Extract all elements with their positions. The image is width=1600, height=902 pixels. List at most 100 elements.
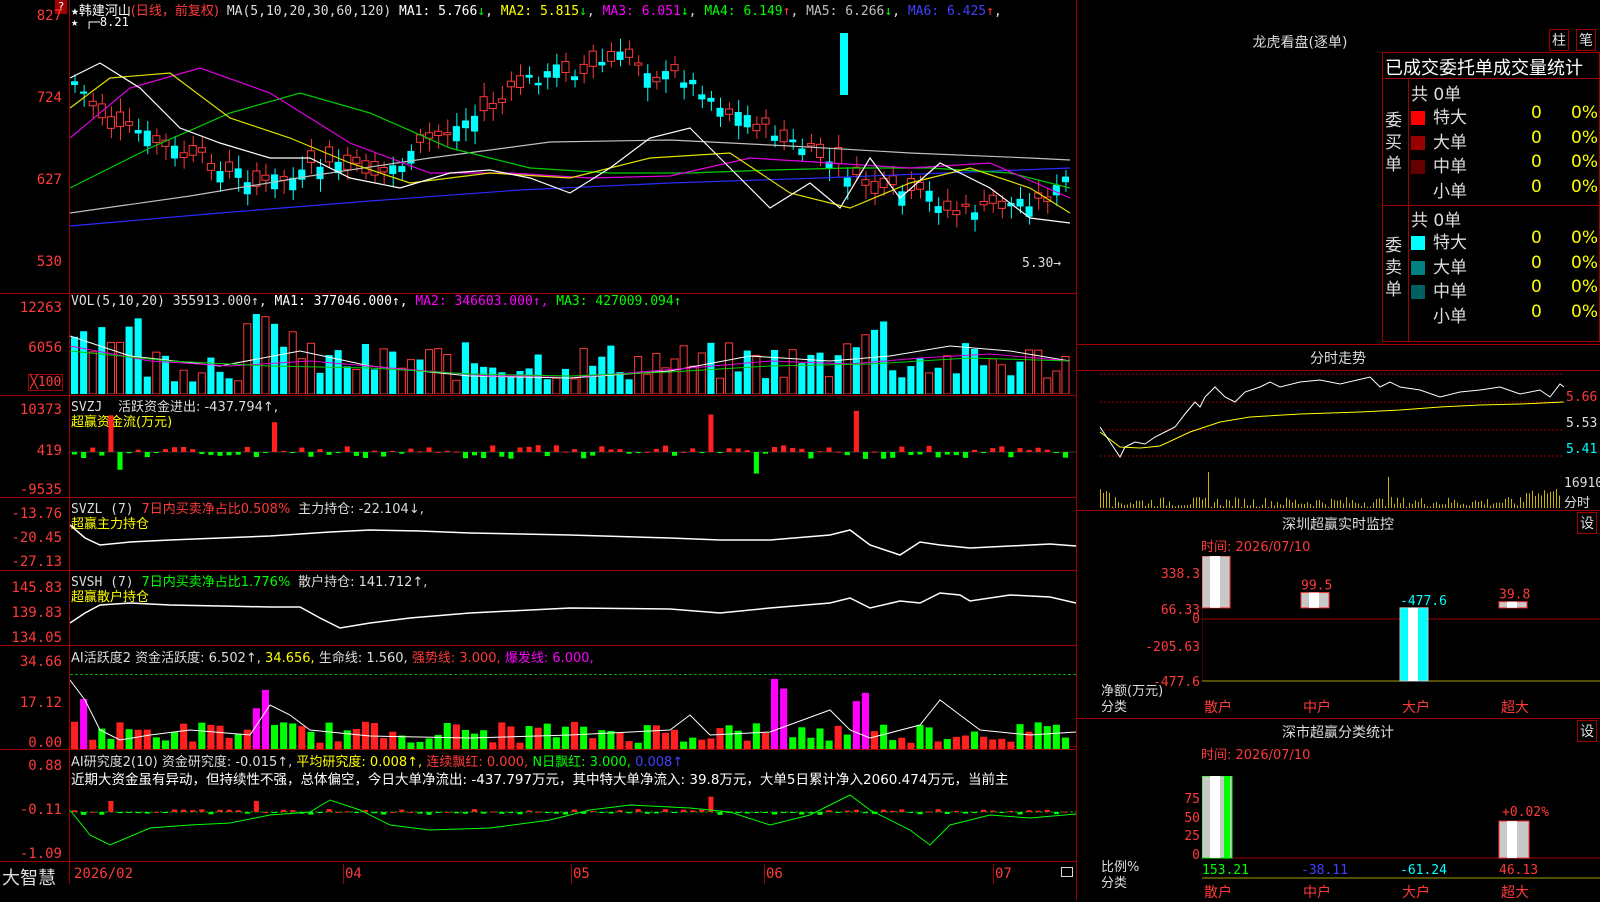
monitor-chart[interactable]: 338.3 99.5 -477.6 39.8: [1202, 556, 1600, 716]
y-tick: 530: [36, 254, 62, 270]
fund-flow-bar: [817, 451, 823, 453]
volume-bar-down: [771, 350, 779, 394]
activity-bar: [134, 729, 142, 749]
right-panel-divider: [1076, 0, 1077, 900]
volume-bar-up: [1043, 377, 1052, 394]
svzj-chart[interactable]: [70, 400, 1076, 496]
classify-bar-highlight: [1210, 776, 1220, 858]
fund-flow-bar: [699, 452, 705, 453]
volume-bar-up: [352, 369, 361, 394]
y-tick: 12263: [19, 300, 62, 316]
buy-row-1: 大单 0 0%: [1411, 128, 1598, 153]
monitor-category-label: 大户: [1402, 700, 1430, 716]
volume-bar-down: [216, 371, 224, 394]
intraday-chart[interactable]: [1100, 372, 1564, 508]
intraday-volume-bar: [1193, 497, 1194, 508]
svsh-chart[interactable]: [70, 573, 1076, 645]
classify-settings-button[interactable]: 设: [1577, 720, 1597, 742]
fund-flow-bar: [281, 450, 287, 452]
kline-chart[interactable]: [70, 18, 1076, 293]
volume-chart[interactable]: [70, 306, 1076, 394]
research-bar: [81, 812, 87, 815]
activity-bar: [761, 732, 769, 749]
candle-up: [225, 161, 234, 172]
intraday-volume-bar: [1286, 497, 1287, 508]
intraday-volume-bar: [1415, 500, 1416, 508]
monitor-category-label: 中户: [1303, 700, 1331, 716]
svzl-chart[interactable]: [70, 500, 1076, 570]
monitor-bar-highlight: [1210, 556, 1220, 608]
fund-flow-bar: [244, 446, 250, 452]
activity-bar: [180, 723, 188, 749]
intraday-volume-bar: [1235, 497, 1236, 508]
ai-research-chart[interactable]: [70, 790, 1076, 860]
activity-bar: [334, 741, 342, 749]
research-bar: [526, 810, 532, 812]
ai-active-chart[interactable]: [70, 660, 1076, 749]
intraday-volume-bar: [1112, 506, 1113, 508]
fund-flow-bar: [899, 446, 905, 452]
y-tick: 827: [36, 8, 62, 24]
activity-bar: [480, 730, 488, 749]
volume-bar-up: [406, 359, 415, 394]
volume-bar-up: [634, 356, 643, 394]
intraday-volume-bar: [1103, 492, 1104, 508]
research-bar: [408, 811, 414, 813]
intraday-volume-bar: [1427, 506, 1428, 508]
research-bar: [135, 812, 141, 814]
research-bar: [572, 809, 578, 812]
sell-row-3: 小单 0 0%: [1411, 302, 1598, 327]
classify-value-label: -38.11: [1301, 863, 1348, 878]
monitor-category-label: 超大: [1501, 700, 1529, 716]
candle-up: [352, 156, 361, 164]
candle-up: [370, 161, 379, 176]
intraday-volume-bar: [1433, 503, 1434, 508]
volume-bar-up: [115, 341, 125, 394]
monitor-value-label: -477.6: [1400, 594, 1447, 609]
ai-commentary: 近期大资金虽有异动，但持续性不强，总体偏空，今日大单净流出: -437.797万…: [71, 772, 1009, 788]
intraday-volume-bar: [1352, 500, 1353, 508]
fund-flow-bar: [681, 451, 687, 453]
classify-category-label: 散户: [1204, 885, 1232, 901]
activity-bar: [325, 722, 333, 749]
candle-up: [988, 194, 997, 204]
intraday-volume-bar: [1397, 497, 1398, 508]
volume-bar-down: [143, 376, 151, 394]
monitor-settings-button[interactable]: 设: [1577, 512, 1597, 534]
period-label[interactable]: (日线，前复权): [131, 4, 219, 19]
research-bar: [690, 810, 696, 812]
activity-bar: [580, 726, 588, 749]
fund-flow-bar: [317, 449, 323, 452]
research-bar: [935, 809, 941, 812]
intraday-volume-bar: [1364, 502, 1365, 508]
detail-view-button[interactable]: 笔: [1576, 29, 1596, 51]
fund-flow-bar: [162, 449, 168, 452]
bar-view-button[interactable]: 柱: [1549, 29, 1569, 51]
intraday-volume-bar: [1322, 502, 1323, 508]
fund-flow-bar: [617, 449, 623, 452]
activity-bar: [198, 722, 206, 749]
candle-up: [952, 210, 961, 216]
lock-icon[interactable]: [1061, 867, 1073, 877]
research-bar: [426, 812, 432, 815]
fund-flow-bar: [381, 452, 387, 457]
volume-bar-up: [779, 376, 788, 394]
intraday-volume-bar: [1439, 504, 1440, 508]
y-tick: 139.83: [11, 605, 62, 621]
intraday-volume-bar: [1559, 495, 1560, 508]
fund-flow-bar: [426, 447, 432, 452]
research-bar: [472, 809, 478, 812]
intraday-volume-bar: [1250, 505, 1251, 508]
activity-bar: [89, 739, 97, 749]
fund-flow-bar: [372, 450, 378, 452]
activity-bar: [1034, 722, 1042, 749]
candle-up: [625, 48, 634, 58]
classify-chart[interactable]: 153.21 -38.11 -61.24 46.13: [1202, 776, 1600, 900]
candle-up: [152, 135, 161, 143]
candle-down: [316, 166, 324, 180]
candle-down: [216, 170, 224, 183]
brand-logo[interactable]: 大智慧: [2, 864, 56, 890]
intraday-volume-bar: [1178, 504, 1179, 508]
fund-flow-bar: [262, 452, 268, 453]
volume-bar-up: [579, 347, 588, 394]
